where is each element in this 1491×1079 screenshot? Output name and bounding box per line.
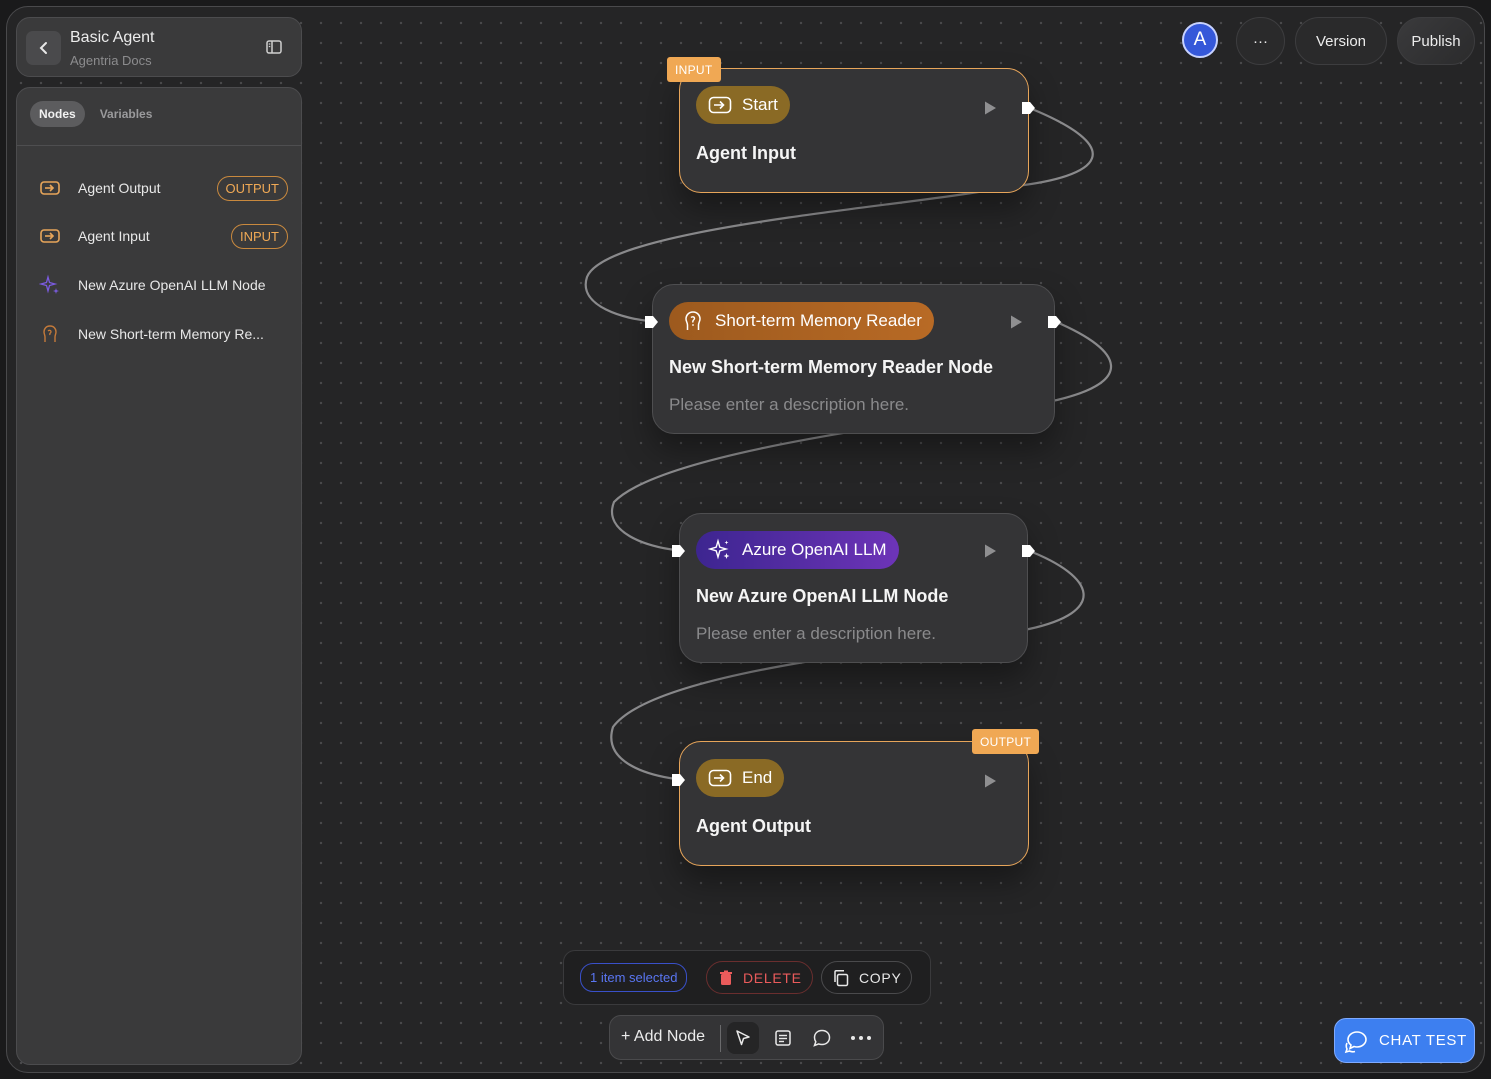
output-badge: OUTPUT: [216, 175, 288, 201]
delete-label: DELETE: [743, 969, 802, 986]
node-type-chip: Short-term Memory Reader: [669, 302, 934, 340]
delete-button[interactable]: DELETE: [706, 961, 813, 994]
more-options-button[interactable]: ···: [1236, 17, 1285, 65]
app-window: Basic Agent Agentria Docs Nodes Variable…: [6, 6, 1485, 1073]
node-title: Agent Input: [696, 143, 796, 163]
node-description[interactable]: Please enter a description here.: [669, 395, 909, 415]
sidebar-item-label: Agent Output: [78, 180, 161, 196]
agent-title: Basic Agent: [70, 29, 155, 46]
node-type-label: End: [742, 768, 773, 787]
node-title: Agent Output: [696, 816, 811, 836]
node-type-label: Short-term Memory Reader: [715, 311, 922, 330]
sidebar-item-label: New Azure OpenAI LLM Node: [78, 277, 266, 293]
sidebar-tabs: Nodes Variables: [30, 101, 161, 127]
sparkle-icon: [708, 538, 732, 562]
chat-test-label: CHAT TEST: [1379, 1032, 1467, 1049]
node-memory-reader[interactable]: Short-term Memory Reader New Short-term …: [645, 284, 1061, 434]
agent-header: Basic Agent Agentria Docs: [16, 17, 302, 77]
note-icon: [775, 1030, 791, 1046]
sidebar-item-label: Agent Input: [78, 228, 150, 244]
sidebar-panel-icon: [266, 40, 282, 54]
input-port-icon[interactable]: [670, 543, 686, 559]
node-type-chip: Azure OpenAI LLM: [696, 531, 899, 569]
version-button[interactable]: Version: [1295, 17, 1387, 65]
play-icon[interactable]: [982, 100, 998, 116]
sidebar-item-memory-reader[interactable]: New Short-term Memory Re...: [17, 314, 301, 354]
sidebar-item-agent-input[interactable]: Agent Input INPUT: [17, 216, 301, 256]
tab-variables[interactable]: Variables: [91, 101, 162, 127]
node-start[interactable]: Start Agent Input: [679, 68, 1035, 193]
sidebar-item-agent-output[interactable]: Agent Output OUTPUT: [17, 168, 301, 208]
output-port-icon[interactable]: [1046, 314, 1062, 330]
node-type-label: Azure OpenAI LLM: [742, 540, 887, 559]
input-tag: INPUT: [667, 57, 721, 82]
node-title: New Azure OpenAI LLM Node: [696, 586, 949, 606]
input-badge: INPUT: [231, 223, 288, 249]
node-end[interactable]: End Agent Output: [672, 741, 1029, 866]
sparkle-icon: [39, 274, 61, 296]
io-arrow-icon: [39, 177, 61, 199]
toolbar-divider: [720, 1025, 721, 1052]
copy-icon: [834, 969, 849, 986]
agent-subtitle: Agentria Docs: [70, 53, 152, 68]
output-port-icon[interactable]: [1020, 543, 1036, 559]
user-avatar[interactable]: A: [1182, 22, 1218, 58]
back-button[interactable]: [26, 31, 61, 65]
sidebar-item-label: New Short-term Memory Re...: [78, 326, 264, 342]
input-port-icon[interactable]: [643, 314, 659, 330]
trash-icon: [720, 970, 732, 985]
chat-bubbles-icon: [1344, 1030, 1367, 1053]
publish-button[interactable]: Publish: [1397, 17, 1475, 65]
chat-test-button[interactable]: CHAT TEST: [1334, 1018, 1475, 1063]
node-type-chip: End: [696, 759, 785, 797]
io-arrow-icon: [708, 93, 732, 117]
comment-tool-button[interactable]: [806, 1022, 838, 1054]
output-tag: OUTPUT: [972, 729, 1040, 754]
node-azure-llm[interactable]: Azure OpenAI LLM New Azure OpenAI LLM No…: [672, 513, 1035, 663]
selection-count: 1 item selected: [580, 963, 688, 992]
copy-button[interactable]: COPY: [821, 961, 913, 994]
output-port-icon[interactable]: [1020, 100, 1036, 116]
play-icon[interactable]: [982, 773, 998, 789]
node-title: New Short-term Memory Reader Node: [669, 357, 994, 377]
select-tool-button[interactable]: [727, 1022, 759, 1054]
input-port-icon[interactable]: [670, 772, 686, 788]
ellipsis-icon: [851, 1036, 871, 1040]
sidebar-item-azure-llm[interactable]: New Azure OpenAI LLM Node: [17, 265, 301, 305]
note-tool-button[interactable]: [767, 1022, 799, 1054]
brain-icon: [681, 309, 705, 333]
play-icon[interactable]: [1008, 314, 1024, 330]
node-type-label: Start: [742, 95, 778, 114]
panel-toggle-button[interactable]: [265, 38, 283, 56]
io-arrow-icon: [39, 225, 61, 247]
comment-icon: [813, 1029, 831, 1047]
selection-toolbar: 1 item selected DELETE COPY: [563, 950, 931, 1005]
brain-icon: [39, 323, 61, 345]
node-description[interactable]: Please enter a description here.: [696, 624, 936, 644]
tab-nodes[interactable]: Nodes: [30, 101, 85, 127]
node-type-chip: Start: [696, 86, 790, 124]
canvas-toolbar: + Add Node: [609, 1015, 884, 1060]
chevron-left-icon: [39, 42, 47, 54]
play-icon[interactable]: [982, 543, 998, 559]
sidebar-divider: [17, 145, 301, 146]
io-arrow-icon: [708, 766, 732, 790]
pointer-icon: [736, 1030, 750, 1046]
more-tools-button[interactable]: [845, 1022, 877, 1054]
copy-label: COPY: [859, 969, 902, 986]
node-sidebar: Nodes Variables Agent Output OUTPUT Agen…: [16, 87, 302, 1065]
add-node-button[interactable]: + Add Node: [621, 1028, 705, 1046]
